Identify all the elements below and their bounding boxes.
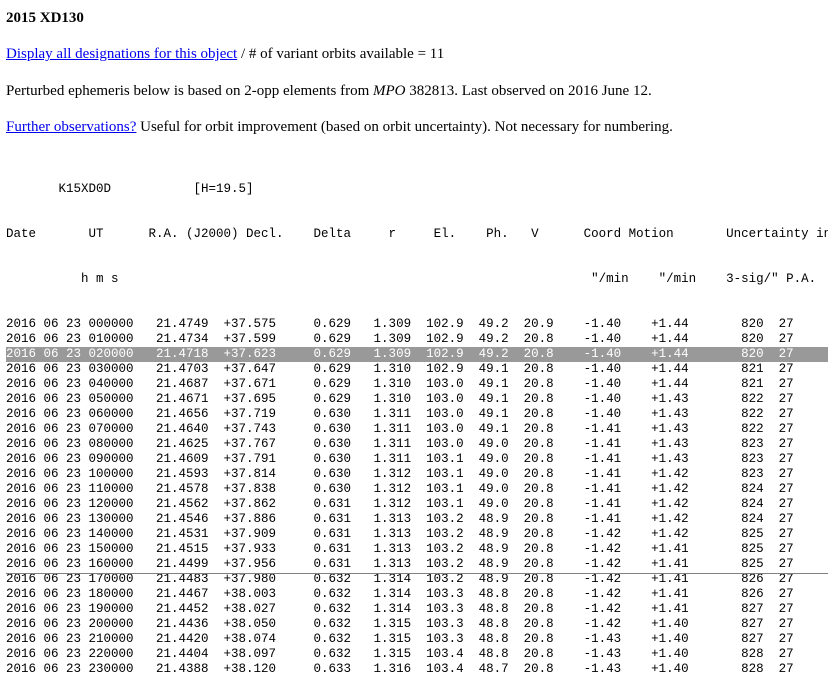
table-header-line: Date UT R.A. (J2000) Decl. Delta r El. P… bbox=[6, 227, 828, 241]
designations-line: Display all designations for this object… bbox=[6, 45, 444, 63]
table-row[interactable]: 2016 06 23 000000 21.4749 +37.575 0.629 … bbox=[6, 317, 828, 332]
page-title: 2015 XD130 bbox=[6, 10, 84, 26]
further-observations-link[interactable]: Further observations? bbox=[6, 119, 136, 135]
horizontal-rule bbox=[6, 573, 828, 574]
further-observations-text: Useful for orbit improvement (based on o… bbox=[136, 119, 673, 135]
table-row[interactable]: 2016 06 23 040000 21.4687 +37.671 0.629 … bbox=[6, 377, 828, 392]
further-observations-line: Further observations? Useful for orbit i… bbox=[6, 118, 673, 136]
mpo-label: MPO bbox=[373, 83, 406, 99]
table-row[interactable]: 2016 06 23 120000 21.4562 +37.862 0.631 … bbox=[6, 497, 828, 512]
table-row[interactable]: 2016 06 23 150000 21.4515 +37.933 0.631 … bbox=[6, 542, 828, 557]
ephemeris-note-suffix: 382813. Last observed on 2016 June 12. bbox=[405, 83, 652, 99]
ephemeris-table: K15XD0D [H=19.5] Date UT R.A. (J2000) De… bbox=[6, 152, 828, 692]
table-row[interactable]: 2016 06 23 070000 21.4640 +37.743 0.630 … bbox=[6, 422, 828, 437]
ephemeris-note-prefix: Perturbed ephemeris below is based on 2-… bbox=[6, 83, 373, 99]
table-row[interactable]: 2016 06 23 210000 21.4420 +38.074 0.632 … bbox=[6, 632, 828, 647]
table-row[interactable]: 2016 06 23 180000 21.4467 +38.003 0.632 … bbox=[6, 587, 828, 602]
table-row[interactable]: 2016 06 23 110000 21.4578 +37.838 0.630 … bbox=[6, 482, 828, 497]
table-row[interactable]: 2016 06 23 190000 21.4452 +38.027 0.632 … bbox=[6, 602, 828, 617]
table-row[interactable]: 2016 06 23 200000 21.4436 +38.050 0.632 … bbox=[6, 617, 828, 632]
table-row[interactable]: 2016 06 23 010000 21.4734 +37.599 0.629 … bbox=[6, 332, 828, 347]
table-row-selected[interactable]: 2016 06 23 020000 21.4718 +37.623 0.629 … bbox=[6, 347, 828, 362]
variant-orbits-text: / # of variant orbits available = 11 bbox=[237, 46, 445, 62]
ephemeris-rows: 2016 06 23 000000 21.4749 +37.575 0.629 … bbox=[6, 317, 828, 677]
table-header-line: h m s "/min "/min 3-sig/" P.A. bbox=[6, 272, 817, 286]
display-designations-link[interactable]: Display all designations for this object bbox=[6, 46, 237, 62]
table-row[interactable]: 2016 06 23 230000 21.4388 +38.120 0.633 … bbox=[6, 662, 828, 677]
table-row[interactable]: 2016 06 23 090000 21.4609 +37.791 0.630 … bbox=[6, 452, 828, 467]
table-row[interactable]: 2016 06 23 130000 21.4546 +37.886 0.631 … bbox=[6, 512, 828, 527]
table-row[interactable]: 2016 06 23 140000 21.4531 +37.909 0.631 … bbox=[6, 527, 828, 542]
table-row[interactable]: 2016 06 23 170000 21.4483 +37.980 0.632 … bbox=[6, 572, 828, 587]
table-header-line: K15XD0D [H=19.5] bbox=[6, 182, 254, 196]
table-row[interactable]: 2016 06 23 060000 21.4656 +37.719 0.630 … bbox=[6, 407, 828, 422]
table-row[interactable]: 2016 06 23 080000 21.4625 +37.767 0.630 … bbox=[6, 437, 828, 452]
table-row[interactable]: 2016 06 23 160000 21.4499 +37.956 0.631 … bbox=[6, 557, 828, 572]
table-row[interactable]: 2016 06 23 220000 21.4404 +38.097 0.632 … bbox=[6, 647, 828, 662]
table-row[interactable]: 2016 06 23 030000 21.4703 +37.647 0.629 … bbox=[6, 362, 828, 377]
table-row[interactable]: 2016 06 23 100000 21.4593 +37.814 0.630 … bbox=[6, 467, 828, 482]
ephemeris-note: Perturbed ephemeris below is based on 2-… bbox=[6, 82, 652, 100]
table-row[interactable]: 2016 06 23 050000 21.4671 +37.695 0.629 … bbox=[6, 392, 828, 407]
